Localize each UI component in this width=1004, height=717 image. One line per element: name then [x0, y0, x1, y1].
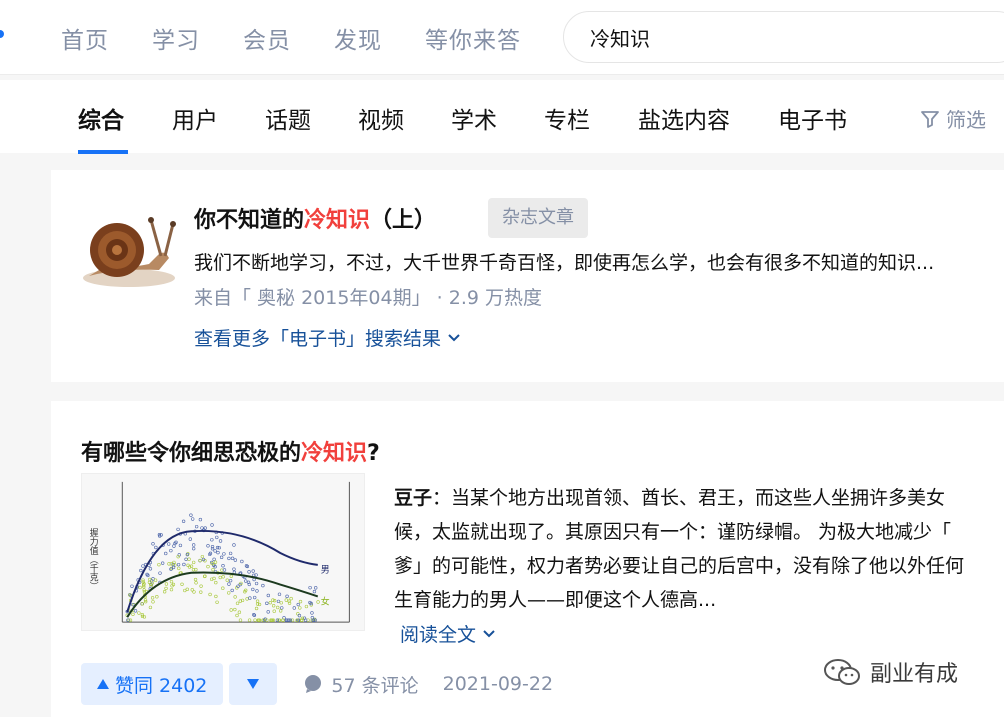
answer-actions: 赞同 2402 57 条评论 2021-09-22 [81, 663, 553, 705]
answer-date: 2021-09-22 [442, 673, 554, 695]
filter-label: 筛选 [946, 108, 986, 132]
nav-home[interactable]: 首页 [61, 21, 109, 55]
tab-academic[interactable]: 学术 [451, 101, 497, 135]
excerpt-line: 爹」的可能性，权力者势必要让自己的后宫中，没有除了他以外任何 [394, 555, 965, 577]
chevron-down-icon [448, 333, 460, 341]
result-excerpt[interactable]: 我们不断地学习，不过，大千世界千奇百怪，即使再怎么学，也会有很多不知道的知识..… [194, 248, 934, 275]
nav-waiting-answers[interactable]: 等你来答 [425, 21, 521, 55]
title-text-suffix: （上） [370, 208, 437, 233]
filter-button[interactable]: 筛选 [920, 104, 986, 133]
nav-vip[interactable]: 会员 [243, 21, 291, 55]
answer-author[interactable]: 豆子 [394, 487, 432, 509]
title-text: 你不知道的 [194, 208, 305, 233]
downvote-button[interactable] [229, 663, 278, 705]
result-meta: 来自「 奥秘 2015年04期」 · 2.9 万热度 [194, 287, 542, 309]
read-more-link[interactable]: 阅读全文 [400, 620, 496, 647]
wechat-logo-icon [824, 659, 860, 685]
top-navbar: 首页 学习 会员 发现 等你来答 [0, 0, 1004, 75]
title-text: 有哪些令你细思恐极的 [81, 441, 302, 466]
excerpt-line: ：当某个地方出现首领、酋长、君王，而这些人坐拥许多美女 [432, 487, 946, 509]
result-card-ebook: 你不知道的冷知识（上） 杂志文章 我们不断地学习，不过，大千世界千奇百怪，即使再… [51, 170, 1004, 382]
question-title[interactable]: 有哪些令你细思恐极的冷知识? [81, 435, 380, 467]
logo-fragment [0, 30, 4, 38]
comments-button[interactable]: 57 条评论 [303, 671, 419, 698]
watermark-text: 副业有成 [870, 662, 959, 687]
funnel-icon [921, 110, 939, 128]
more-ebook-results-link[interactable]: 查看更多「电子书」搜索结果 [194, 324, 461, 351]
search-tabs: 综合 用户 话题 视频 学术 专栏 盐选内容 电子书 筛选 [0, 80, 1004, 154]
triangle-up-icon [97, 679, 109, 689]
tab-ebooks[interactable]: 电子书 [778, 101, 847, 135]
nav-discover[interactable]: 发现 [334, 21, 382, 55]
nav-learn[interactable]: 学习 [152, 21, 200, 55]
tab-general[interactable]: 综合 [78, 101, 124, 135]
tab-salt-content[interactable]: 盐选内容 [638, 101, 730, 135]
triangle-down-icon [247, 679, 260, 689]
excerpt-line: 候，太监就出现了。其原因只有一个：谨防绿帽。 为极大地减少「 [394, 521, 952, 543]
upvote-label: 赞同 2402 [115, 674, 208, 697]
tab-users[interactable]: 用户 [172, 101, 218, 135]
tab-topics[interactable]: 话题 [265, 101, 311, 135]
chevron-down-icon [483, 629, 495, 637]
answer-thumbnail-chart[interactable]: 握力值（千克） 男 女 [81, 473, 365, 631]
snail-cover-image[interactable] [79, 198, 179, 290]
thumb-ylabel: 握力值（千克） [88, 527, 98, 590]
tab-videos[interactable]: 视频 [358, 101, 404, 135]
read-more-label: 阅读全文 [400, 624, 477, 646]
title-text-suffix: ? [367, 441, 380, 466]
wechat-watermark: 副业有成 [822, 656, 958, 688]
tab-columns[interactable]: 专栏 [544, 101, 590, 135]
active-tab-indicator [78, 150, 128, 154]
answer-excerpt[interactable]: 豆子：当某个地方出现首领、酋长、君王，而这些人坐拥许多美女 候，太监就出现了。其… [394, 481, 1004, 617]
title-keyword-highlight: 冷知识 [301, 441, 368, 466]
comment-bubble-icon [305, 675, 322, 693]
legend-male: 男 [321, 565, 330, 576]
excerpt-line: 生育能力的男人——即便这个人德高... [394, 589, 717, 611]
more-link-label: 查看更多「电子书」搜索结果 [194, 328, 442, 350]
title-keyword-highlight: 冷知识 [304, 208, 371, 233]
search-input[interactable] [563, 11, 1004, 63]
magazine-article-badge: 杂志文章 [488, 198, 588, 238]
comments-label: 57 条评论 [331, 674, 419, 697]
upvote-button[interactable]: 赞同 2402 [81, 663, 224, 705]
result-title[interactable]: 你不知道的冷知识（上） [194, 202, 436, 234]
legend-female: 女 [321, 595, 330, 607]
